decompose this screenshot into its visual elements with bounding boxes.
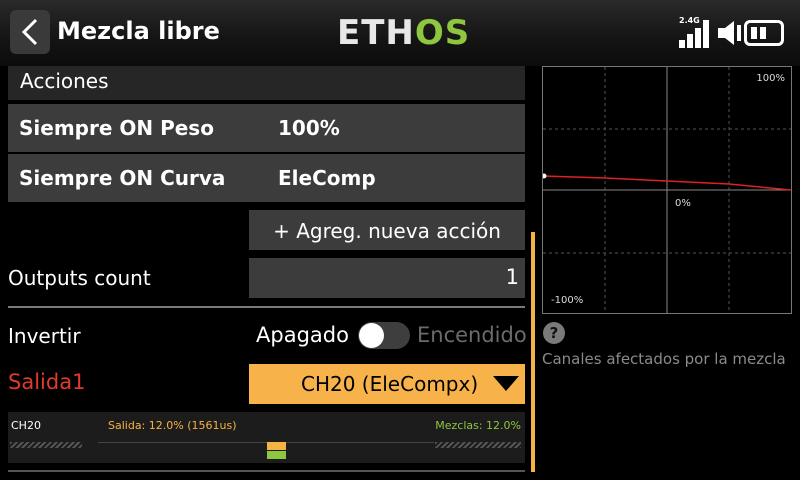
outputs-count-value: 1 bbox=[505, 265, 519, 289]
graph-label-mid: 0% bbox=[675, 198, 691, 209]
invert-toggle[interactable] bbox=[358, 322, 410, 349]
rssi-label: 2.4G bbox=[679, 16, 700, 25]
header-bar: Mezcla libre ETHOS 2.4G bbox=[0, 0, 800, 66]
action-row-weight[interactable]: Siempre ON Peso 100% bbox=[8, 104, 525, 152]
signal-icon: 2.4G bbox=[676, 16, 712, 48]
curve-graph: 100% 0% -100% bbox=[542, 66, 792, 314]
action-label: Siempre ON Peso bbox=[19, 116, 214, 140]
graph-label-bottom: -100% bbox=[551, 295, 584, 306]
chevron-left-icon bbox=[21, 18, 38, 46]
action-value: EleComp bbox=[278, 166, 376, 190]
toggle-knob bbox=[359, 323, 384, 348]
outputs-count-label: Outputs count bbox=[8, 266, 151, 290]
outputs-count-field[interactable]: 1 bbox=[249, 258, 525, 298]
actions-title: Acciones bbox=[20, 69, 109, 93]
monitor-track bbox=[98, 442, 434, 443]
speaker-icon[interactable] bbox=[716, 20, 742, 46]
monitor-mixes: Mezclas: 12.0% bbox=[435, 419, 521, 432]
page-title: Mezcla libre bbox=[57, 17, 220, 45]
curve-marker bbox=[543, 173, 547, 179]
add-action-button[interactable]: + Agreg. nueva acción bbox=[249, 210, 525, 250]
output1-label: Salida1 bbox=[8, 370, 86, 394]
question-icon[interactable]: ? bbox=[543, 322, 565, 344]
hatch-left bbox=[10, 442, 82, 448]
graph-label-top: 100% bbox=[756, 73, 785, 84]
output1-selected: CH20 (EleCompx) bbox=[301, 372, 479, 396]
monitor-channel: CH20 bbox=[11, 419, 41, 432]
monitor-output: Salida: 12.0% (1561us) bbox=[108, 419, 237, 432]
scrollbar[interactable] bbox=[531, 232, 535, 472]
action-value: 100% bbox=[278, 116, 340, 140]
help-text: Canales afectados por la mezcla bbox=[542, 350, 786, 368]
channel-monitor: CH20 Salida: 12.0% (1561us) Mezclas: 12.… bbox=[8, 412, 525, 463]
action-label: Siempre ON Curva bbox=[19, 166, 226, 190]
invert-label: Invertir bbox=[8, 324, 81, 348]
output1-select[interactable]: CH20 (EleCompx) bbox=[249, 364, 525, 404]
logo-text-right: OS bbox=[414, 13, 471, 53]
curve-plot bbox=[543, 67, 791, 313]
logo-text-left: ETH bbox=[337, 13, 415, 53]
battery-icon bbox=[744, 20, 784, 46]
output-bar bbox=[267, 442, 286, 450]
action-row-curve[interactable]: Siempre ON Curva EleComp bbox=[8, 154, 525, 202]
back-button[interactable] bbox=[10, 10, 50, 54]
toggle-off-label: Apagado bbox=[256, 323, 349, 347]
mix-bar bbox=[267, 451, 286, 459]
toggle-on-label: Encendido bbox=[417, 323, 527, 347]
actions-header: Acciones bbox=[8, 66, 525, 100]
divider bbox=[8, 306, 525, 308]
hatch-right bbox=[435, 442, 521, 448]
divider bbox=[8, 470, 525, 472]
ethos-logo: ETHOS bbox=[337, 15, 470, 51]
dropdown-arrow-icon bbox=[493, 376, 519, 391]
